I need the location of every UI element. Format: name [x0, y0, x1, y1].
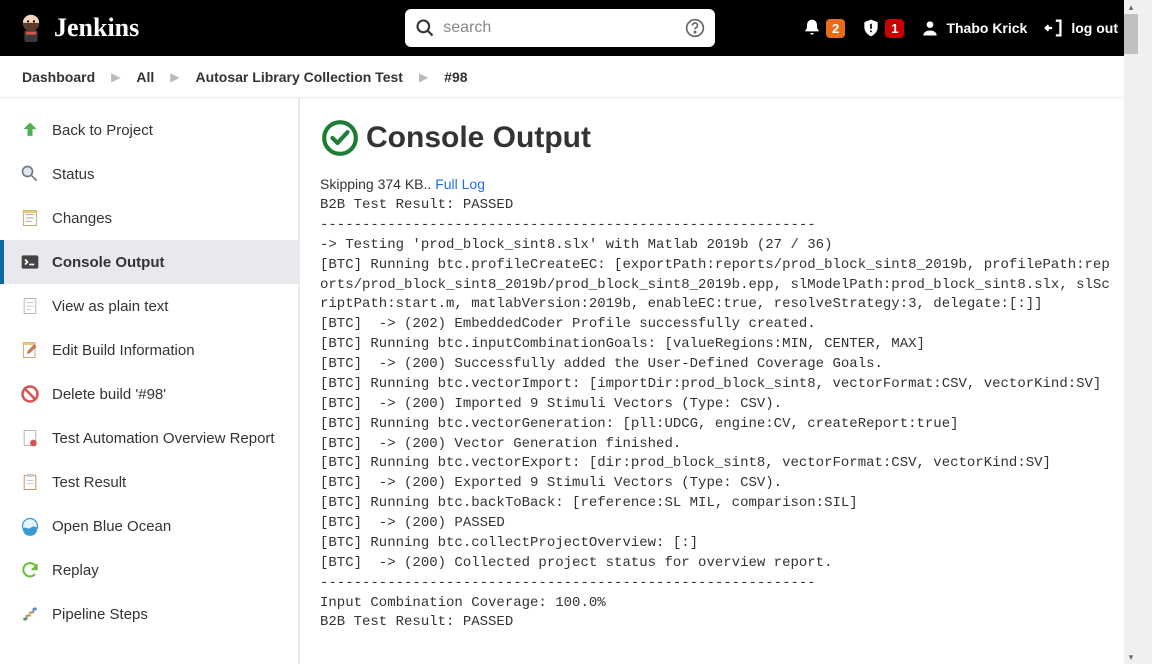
sidebar-item-status[interactable]: Status — [0, 152, 298, 196]
sidebar-label: Back to Project — [52, 122, 153, 139]
sidebar-label: Changes — [52, 210, 112, 227]
main-content: Console Output Skipping 374 KB.. Full Lo… — [300, 98, 1138, 664]
sidebar-label: Open Blue Ocean — [52, 518, 171, 535]
user-name: Thabo Krick — [946, 20, 1027, 36]
scrollbar[interactable]: ▴ ▾ — [1124, 0, 1138, 664]
sidebar-item-edit[interactable]: Edit Build Information — [0, 328, 298, 372]
sidebar-label: Edit Build Information — [52, 342, 195, 359]
jenkins-logo-icon — [16, 11, 46, 45]
header-actions: 2 1 Thabo Krick log out — [802, 17, 1118, 39]
sidebar-label: Status — [52, 166, 95, 183]
crumb-dashboard[interactable]: Dashboard — [10, 63, 107, 91]
brand-text: Jenkins — [54, 13, 139, 43]
sidebar-item-pipeline[interactable]: Pipeline Steps — [0, 592, 298, 636]
user-link[interactable]: Thabo Krick — [920, 18, 1027, 38]
blueocean-icon — [20, 516, 40, 536]
sidebar: Back to Project Status Changes Console O… — [0, 98, 300, 664]
steps-icon — [20, 604, 40, 624]
scroll-up-arrow[interactable]: ▴ — [1124, 0, 1138, 14]
logout-label: log out — [1071, 20, 1118, 36]
crumb-build[interactable]: #98 — [432, 63, 479, 91]
skip-text: Skipping 374 KB.. — [320, 176, 435, 192]
sidebar-item-blueocean[interactable]: Open Blue Ocean — [0, 504, 298, 548]
logout-icon — [1043, 17, 1065, 39]
sidebar-item-changes[interactable]: Changes — [0, 196, 298, 240]
delete-icon — [20, 384, 40, 404]
sidebar-item-result[interactable]: Test Result — [0, 460, 298, 504]
user-icon — [920, 18, 940, 38]
search-icon — [415, 18, 435, 38]
terminal-icon — [20, 252, 40, 272]
sidebar-label: Console Output — [52, 254, 165, 271]
sidebar-label: View as plain text — [52, 298, 168, 315]
notifications-button[interactable]: 2 — [802, 18, 845, 38]
sidebar-label: Delete build '#98' — [52, 386, 166, 403]
sidebar-label: Test Result — [52, 474, 126, 491]
replay-icon — [20, 560, 40, 580]
crumb-view[interactable]: All — [124, 63, 166, 91]
sidebar-item-delete[interactable]: Delete build '#98' — [0, 372, 298, 416]
bell-icon — [802, 18, 822, 38]
notif-badge: 2 — [826, 19, 845, 38]
sidebar-item-replay[interactable]: Replay — [0, 548, 298, 592]
shield-alert-icon — [861, 18, 881, 38]
edit-icon — [20, 340, 40, 360]
chevron-right-icon: ▶ — [170, 70, 179, 84]
search-input[interactable] — [443, 19, 685, 37]
search-box[interactable] — [405, 9, 715, 47]
sidebar-item-overview[interactable]: Test Automation Overview Report — [0, 416, 298, 460]
page-title: Console Output — [366, 121, 591, 155]
sidebar-item-console[interactable]: Console Output — [0, 240, 298, 284]
report-icon — [20, 428, 40, 448]
alerts-button[interactable]: 1 — [861, 18, 904, 38]
logout-link[interactable]: log out — [1043, 17, 1118, 39]
full-log-link[interactable]: Full Log — [435, 176, 485, 192]
console-log: B2B Test Result: PASSED ----------------… — [320, 196, 1118, 633]
chevron-right-icon: ▶ — [419, 70, 428, 84]
magnifier-icon — [20, 164, 40, 184]
page-header: Jenkins 2 — [0, 0, 1138, 56]
clipboard-icon — [20, 472, 40, 492]
arrow-up-icon — [20, 120, 40, 140]
sidebar-item-back[interactable]: Back to Project — [0, 108, 298, 152]
document-icon — [20, 296, 40, 316]
help-icon[interactable] — [685, 18, 705, 38]
sidebar-item-plain[interactable]: View as plain text — [0, 284, 298, 328]
alert-badge: 1 — [885, 19, 904, 38]
search-container — [405, 9, 715, 47]
crumb-project[interactable]: Autosar Library Collection Test — [183, 63, 414, 91]
skip-info: Skipping 374 KB.. Full Log — [320, 176, 1118, 192]
sidebar-label: Pipeline Steps — [52, 606, 148, 623]
success-icon — [320, 118, 360, 158]
logo[interactable]: Jenkins — [16, 11, 139, 45]
scroll-thumb[interactable] — [1124, 14, 1138, 54]
chevron-right-icon: ▶ — [111, 70, 120, 84]
breadcrumb: Dashboard ▶ All ▶ Autosar Library Collec… — [0, 56, 1138, 98]
sidebar-label: Test Automation Overview Report — [52, 430, 275, 447]
scroll-down-arrow[interactable]: ▾ — [1124, 650, 1138, 664]
sidebar-label: Replay — [52, 562, 99, 579]
notepad-icon — [20, 208, 40, 228]
